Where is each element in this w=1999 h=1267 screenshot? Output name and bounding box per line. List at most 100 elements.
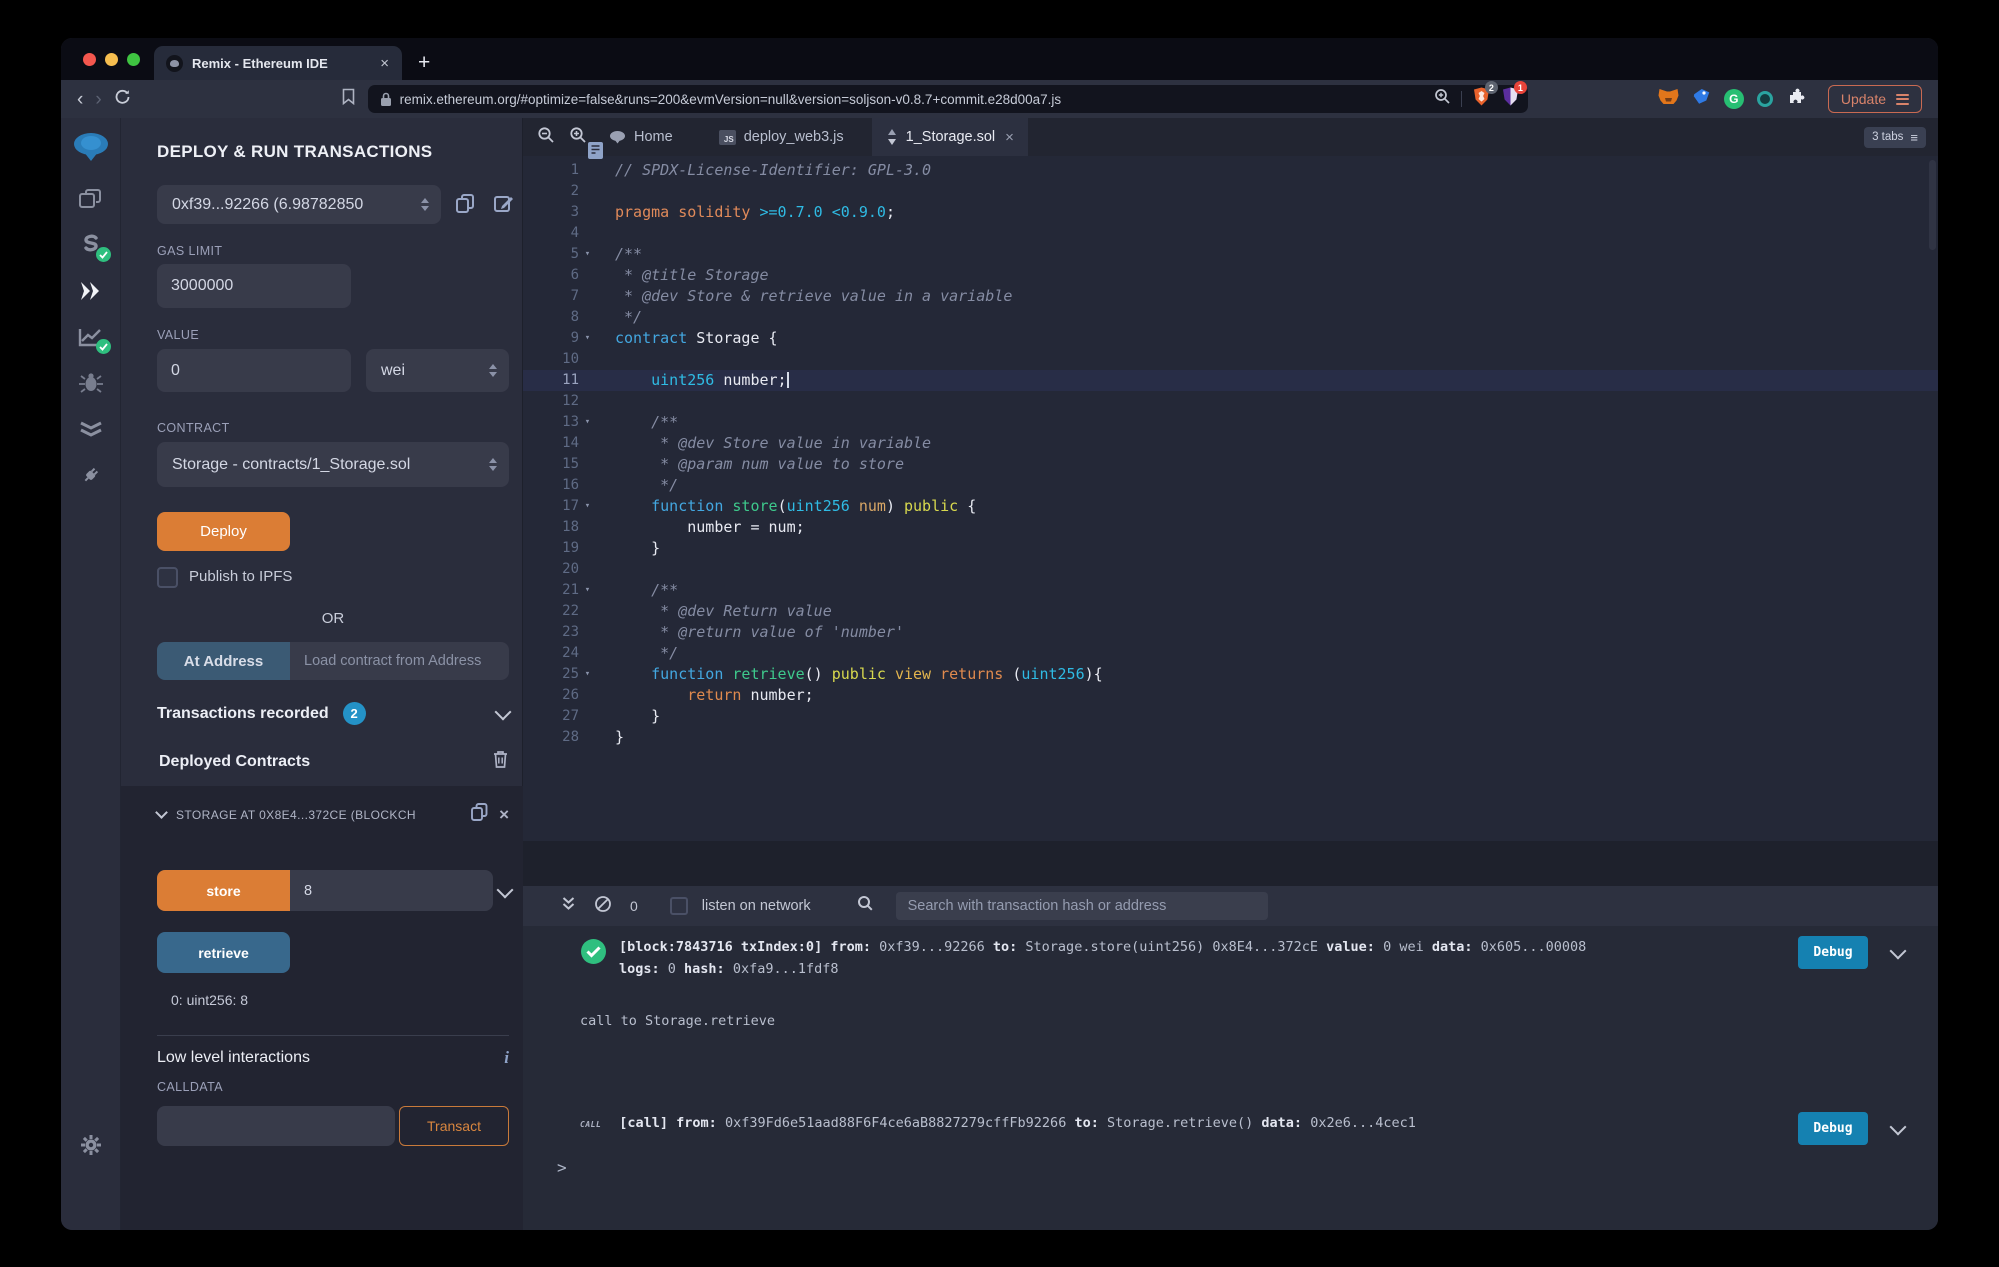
- grammarly-icon[interactable]: G: [1723, 89, 1744, 109]
- code-line[interactable]: 20: [523, 559, 1938, 580]
- instance-collapse-icon[interactable]: [155, 806, 168, 819]
- gas-limit-input[interactable]: [157, 264, 351, 308]
- code-line[interactable]: 22 * @dev Return value: [523, 601, 1938, 622]
- forward-icon[interactable]: ›: [95, 90, 101, 109]
- retrieve-button[interactable]: retrieve: [157, 932, 290, 973]
- code-line[interactable]: 26 return number;: [523, 685, 1938, 706]
- code-line[interactable]: 9 ▾ contract Storage {: [523, 328, 1938, 349]
- code-line[interactable]: 13 ▾ /**: [523, 412, 1938, 433]
- fullscreen-window-button[interactable]: [127, 52, 140, 66]
- editor-scrollbar[interactable]: [1929, 160, 1936, 250]
- url-bar[interactable]: remix.ethereum.org/#optimize=false&runs=…: [367, 81, 1528, 113]
- copy-address-icon[interactable]: [470, 802, 489, 827]
- value-unit-select[interactable]: wei: [366, 349, 509, 392]
- tag-extension-icon[interactable]: [1692, 87, 1711, 111]
- code-line[interactable]: 25 ▾ function retrieve() public view retu…: [523, 664, 1938, 685]
- solidity-compiler-icon[interactable]: [61, 222, 121, 268]
- new-tab-button[interactable]: +: [418, 51, 430, 75]
- unit-testing-icon[interactable]: [61, 406, 121, 452]
- plugin-manager-icon[interactable]: [61, 452, 121, 498]
- zoom-page-icon[interactable]: [1434, 88, 1451, 110]
- code-line[interactable]: 1// SPDX-License-Identifier: GPL-3.0: [523, 160, 1938, 181]
- metamask-icon[interactable]: [1658, 87, 1679, 111]
- deploy-and-run-icon[interactable]: [61, 268, 121, 314]
- code-line[interactable]: 2: [523, 181, 1938, 202]
- circle-extension-icon[interactable]: [1756, 91, 1773, 107]
- chevron-down-icon[interactable]: [494, 703, 512, 720]
- transaction-log-row[interactable]: [block:7843716 txIndex:0] from: 0xf39...…: [580, 936, 1907, 980]
- clear-console-icon[interactable]: [594, 895, 612, 918]
- adguard-shield-icon[interactable]: 1: [1501, 81, 1527, 112]
- static-analysis-icon[interactable]: [61, 314, 121, 360]
- puzzle-extension-icon[interactable]: [1786, 87, 1805, 111]
- code-line[interactable]: 16 */: [523, 475, 1938, 496]
- terminal-search-input[interactable]: [895, 892, 1268, 920]
- code-line[interactable]: 10: [523, 349, 1938, 370]
- code-line[interactable]: 4: [523, 223, 1938, 244]
- collapse-terminal-icon[interactable]: [561, 896, 576, 917]
- deploy-run-panel: DEPLOY & RUN TRANSACTIONS 0xf39...92266 …: [121, 118, 603, 1230]
- remove-instance-icon[interactable]: ×: [499, 805, 509, 825]
- contract-select[interactable]: Storage - contracts/1_Storage.sol: [157, 442, 509, 487]
- terminal-prompt[interactable]: >: [557, 1158, 567, 1177]
- zoom-out-icon[interactable]: [537, 126, 555, 149]
- account-select[interactable]: 0xf39...92266 (6.98782850: [157, 185, 441, 224]
- at-address-input[interactable]: [290, 642, 509, 680]
- bookmark-icon[interactable]: [341, 88, 356, 110]
- listen-network-checkbox[interactable]: [669, 897, 688, 915]
- code-line[interactable]: 3 pragma solidity >=0.7.0 <0.9.0;: [523, 202, 1938, 223]
- settings-gear-icon[interactable]: [61, 1122, 121, 1168]
- reload-icon[interactable]: [114, 88, 131, 110]
- tab-close-icon[interactable]: ×: [377, 55, 392, 72]
- tab-home[interactable]: Home: [595, 118, 687, 156]
- call-log-row[interactable]: CALL [call] from: 0xf39Fd6e51aad88F6F4ce…: [580, 1112, 1907, 1145]
- browser-tab[interactable]: Remix - Ethereum IDE ×: [154, 46, 402, 80]
- tab-storage-sol[interactable]: 1_Storage.sol ×: [871, 118, 1028, 156]
- code-line[interactable]: 5 ▾/**: [523, 244, 1938, 265]
- tabs-count-badge[interactable]: 3 tabs ≡: [1864, 126, 1926, 148]
- code-line[interactable]: 18 number = num;: [523, 517, 1938, 538]
- minimize-window-button[interactable]: [105, 52, 118, 66]
- publish-ipfs-checkbox[interactable]: [157, 567, 178, 588]
- edit-account-icon[interactable]: [493, 193, 515, 215]
- code-line[interactable]: 23 * @return value of 'number': [523, 622, 1938, 643]
- code-line[interactable]: 17 ▾ function store(uint256 num) public {: [523, 496, 1938, 517]
- trash-icon[interactable]: [492, 750, 509, 773]
- code-line[interactable]: 12: [523, 391, 1938, 412]
- store-arg-input[interactable]: [290, 870, 493, 911]
- expand-store-icon[interactable]: [496, 881, 514, 899]
- info-icon[interactable]: i: [504, 1048, 509, 1068]
- debugger-icon[interactable]: [61, 360, 121, 406]
- transactions-recorded-row[interactable]: Transactions recorded 2: [157, 702, 512, 725]
- code-line[interactable]: 21 ▾ /**: [523, 580, 1938, 601]
- terminal-drag-handle[interactable]: [523, 841, 1938, 886]
- brave-shield-icon[interactable]: 2: [1472, 81, 1498, 112]
- code-line[interactable]: 8 */: [523, 307, 1938, 328]
- code-line[interactable]: 24 */: [523, 643, 1938, 664]
- close-window-button[interactable]: [83, 52, 96, 66]
- code-line[interactable]: 6 * @title Storage: [523, 265, 1938, 286]
- code-line[interactable]: 27 }: [523, 706, 1938, 727]
- deploy-button[interactable]: Deploy: [157, 512, 290, 551]
- value-input[interactable]: [157, 349, 351, 392]
- calldata-input[interactable]: [157, 1106, 395, 1146]
- code-line[interactable]: 7 * @dev Store & retrieve value in a var…: [523, 286, 1938, 307]
- code-editor[interactable]: 1// SPDX-License-Identifier: GPL-3.0 2 3 pr…: [523, 156, 1938, 841]
- file-explorer-icon[interactable]: [61, 176, 121, 222]
- at-address-button[interactable]: At Address: [157, 642, 290, 680]
- tab-deploy-web3[interactable]: JS deploy_web3.js: [705, 118, 858, 156]
- transact-button[interactable]: Transact: [399, 1106, 509, 1146]
- update-button[interactable]: Update: [1827, 85, 1922, 113]
- back-icon[interactable]: ‹: [77, 90, 83, 109]
- code-line[interactable]: 11 uint256 number;: [523, 370, 1938, 391]
- tab-close-icon[interactable]: ×: [1005, 129, 1014, 146]
- code-line[interactable]: 19 }: [523, 538, 1938, 559]
- debug-button[interactable]: Debug: [1798, 1112, 1868, 1145]
- code-line[interactable]: 14 * @dev Store value in variable: [523, 433, 1938, 454]
- remix-logo-icon[interactable]: [61, 118, 121, 176]
- copy-account-icon[interactable]: [455, 193, 475, 215]
- code-line[interactable]: 28}: [523, 727, 1938, 748]
- debug-button[interactable]: Debug: [1798, 936, 1868, 969]
- store-button[interactable]: store: [157, 870, 290, 911]
- code-line[interactable]: 15 * @param num value to store: [523, 454, 1938, 475]
